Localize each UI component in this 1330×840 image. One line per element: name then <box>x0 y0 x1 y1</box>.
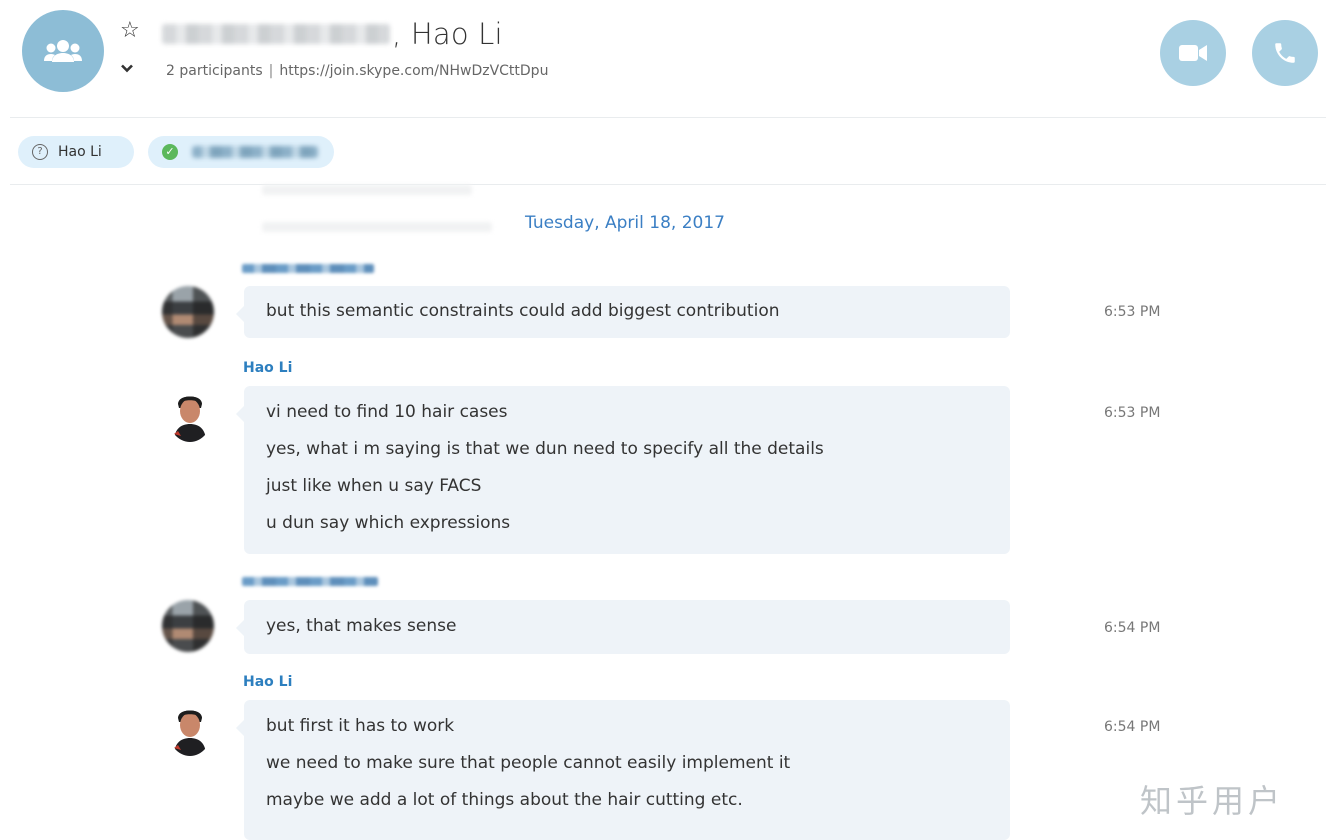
message-line: just like when u say FACS <box>266 476 482 496</box>
avatar[interactable] <box>162 600 214 652</box>
message-bubble[interactable]: but this semantic constraints could add … <box>236 286 1010 338</box>
message-sender[interactable]: Hao Li <box>243 360 292 376</box>
message-line: we need to make sure that people cannot … <box>266 753 791 773</box>
chips-divider <box>10 184 1326 185</box>
participant-chip-label: Hao Li <box>58 144 102 160</box>
video-camera-icon <box>1179 45 1207 61</box>
message-line: but first it has to work <box>266 716 455 736</box>
message-sender[interactable]: Hao Li <box>243 674 292 690</box>
message-line: u dun say which expressions <box>266 513 511 533</box>
message-bubble[interactable]: but first it has to work we need to make… <box>236 700 1010 840</box>
phone-icon <box>1275 43 1295 63</box>
message-sender-redacted <box>242 577 378 586</box>
message-timestamp: 6:53 PM <box>1104 405 1161 421</box>
avatar[interactable] <box>168 704 212 756</box>
message-timestamp: 6:54 PM <box>1104 719 1161 735</box>
video-call-button[interactable] <box>1160 20 1226 86</box>
unknown-status-icon: ? <box>32 144 48 160</box>
participant-count[interactable]: 2 participants <box>166 63 263 79</box>
message-bubble[interactable]: vi need to find 10 hair cases yes, what … <box>236 386 1010 554</box>
online-status-icon: ✓ <box>162 144 178 160</box>
message-timestamp: 6:54 PM <box>1104 620 1161 636</box>
message-line: yes, that makes sense <box>266 616 457 636</box>
faded-content <box>262 185 472 195</box>
avatar[interactable] <box>168 390 212 442</box>
message-line: vi need to find 10 hair cases <box>266 402 508 422</box>
title-suffix: , Hao Li <box>392 17 503 51</box>
message-sender-redacted <box>242 264 374 273</box>
chevron-down-icon[interactable] <box>121 62 133 77</box>
redacted-name <box>162 24 390 44</box>
conversation-title[interactable]: , Hao Li <box>162 14 503 54</box>
message-line: maybe we add a lot of things about the h… <box>266 790 743 810</box>
date-separator: Tuesday, April 18, 2017 <box>525 213 725 233</box>
conversation-header: ☆ , Hao Li 2 participants | https://join.s… <box>0 0 1330 118</box>
star-icon[interactable]: ☆ <box>120 19 140 43</box>
message-bubble[interactable]: yes, that makes sense <box>236 600 1010 654</box>
message-line: yes, what i m saying is that we dun need… <box>266 439 824 459</box>
audio-call-button[interactable] <box>1252 20 1318 86</box>
header-divider <box>10 117 1326 118</box>
watermark: 知乎用户 <box>1140 782 1285 820</box>
group-avatar[interactable] <box>22 10 104 92</box>
join-link[interactable]: https://join.skype.com/NHwDzVCttDpu <box>279 63 548 79</box>
avatar[interactable] <box>162 286 214 338</box>
redacted-name <box>192 146 318 158</box>
participant-chip-other[interactable]: ✓ <box>148 136 334 168</box>
message-line: but this semantic constraints could add … <box>266 301 780 321</box>
group-icon <box>44 40 82 62</box>
participant-chip-hao-li[interactable]: ? Hao Li <box>18 136 134 168</box>
conversation-subtitle: 2 participants | https://join.skype.com/NH… <box>166 63 548 79</box>
message-timestamp: 6:53 PM <box>1104 304 1161 320</box>
subtitle-separator: | <box>268 63 274 79</box>
